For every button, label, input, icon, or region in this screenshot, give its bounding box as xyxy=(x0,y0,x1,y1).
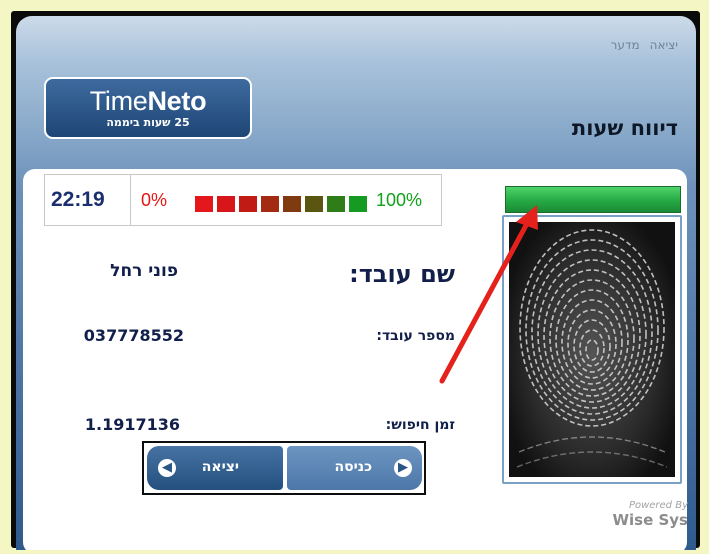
quality-meter xyxy=(195,196,372,212)
search-time-value: 1.1917136 xyxy=(84,415,180,434)
logo-subtitle: 25 שעות ביממה xyxy=(106,116,190,129)
enter-button-label: כניסה xyxy=(334,459,372,475)
status-divider xyxy=(130,175,131,225)
meter-segment xyxy=(239,196,257,212)
meter-segment xyxy=(283,196,301,212)
powered-by-line2: Wise Sys xyxy=(612,511,688,529)
fingerprint-icon xyxy=(516,229,668,468)
meter-segment xyxy=(327,196,345,212)
status-box: 22:19 0% 100% xyxy=(44,174,442,226)
meter-segment xyxy=(217,196,235,212)
enter-button[interactable]: כניסה ▶ xyxy=(287,446,422,490)
powered-by: Powered By Wise Sys xyxy=(612,500,688,529)
employee-id-value: 037778552 xyxy=(83,326,184,345)
top-link-store[interactable]: מדער xyxy=(611,38,640,52)
logo-brand: TimeNeto xyxy=(46,86,250,116)
search-time-label: זמן חיפוש: xyxy=(385,417,455,433)
exit-button[interactable]: ◀ יציאה xyxy=(147,446,283,490)
logo-brand-bold: Neto xyxy=(147,86,207,116)
fingerprint-scanner xyxy=(502,215,682,484)
meter-segment xyxy=(195,196,213,212)
employee-id-label: מספר עובד: xyxy=(376,328,455,344)
arrow-right-icon: ▶ xyxy=(394,459,412,477)
scan-progress-bar xyxy=(505,186,681,213)
meter-percent-high: 100% xyxy=(376,190,423,210)
employee-name-value: פוני רחל xyxy=(110,261,178,281)
logo-brand-light: Time xyxy=(89,86,148,116)
arrow-left-icon: ◀ xyxy=(158,459,176,477)
meter-segment xyxy=(305,196,323,212)
meter-percent-low: 0% xyxy=(141,190,168,210)
exit-button-label: יציאה xyxy=(201,459,239,475)
timeneto-logo: TimeNeto 25 שעות ביממה xyxy=(44,77,252,139)
clock-display: 22:19 xyxy=(51,188,105,211)
page-title: דיווח שעות xyxy=(571,116,678,140)
fingerprint-image xyxy=(509,222,675,477)
top-link-exit[interactable]: יציאה xyxy=(650,38,678,52)
meter-segment xyxy=(349,196,367,212)
employee-name-label: שם עובד: xyxy=(349,260,455,288)
attendance-button-group: ◀ יציאה כניסה ▶ xyxy=(142,441,426,495)
top-links: יציאה מדער xyxy=(611,38,678,52)
meter-segment xyxy=(261,196,279,212)
